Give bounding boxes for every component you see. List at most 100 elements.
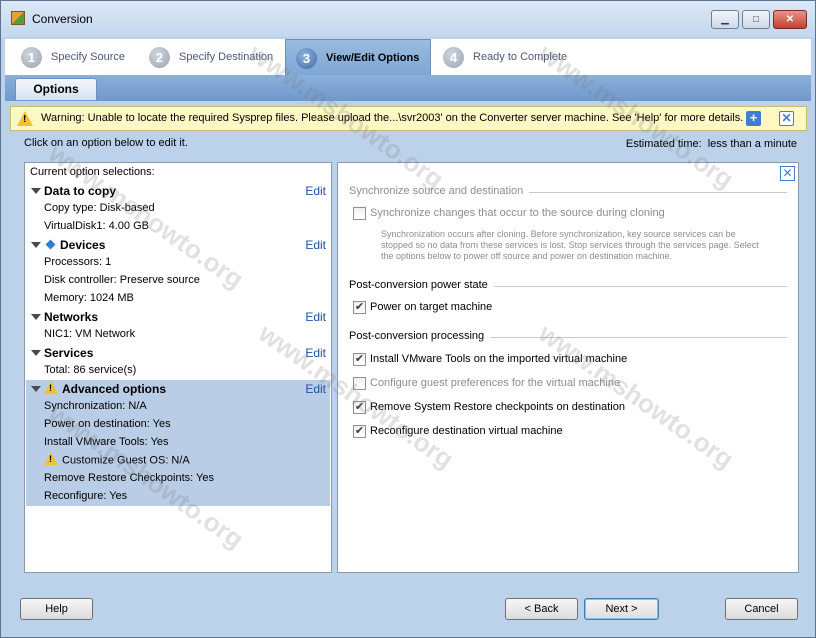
checkbox-label: Remove System Restore checkpoints on des… bbox=[370, 401, 625, 413]
checkbox-box[interactable]: ✔ bbox=[353, 401, 366, 414]
wizard-steps: 1 Specify Source 2 Specify Destination 3… bbox=[5, 39, 811, 75]
step-label: Specify Destination bbox=[179, 51, 274, 63]
section-title: ! Advanced options bbox=[44, 381, 167, 396]
section-title: Networks bbox=[44, 310, 99, 324]
step-ready-to-complete[interactable]: 4 Ready to Complete bbox=[433, 39, 583, 75]
section-services[interactable]: Services Edit bbox=[26, 344, 330, 362]
window-title: Conversion bbox=[32, 12, 93, 26]
list-item: ! Customize Guest OS: N/A bbox=[26, 452, 330, 470]
step-number-icon: 4 bbox=[443, 47, 464, 68]
edit-link[interactable]: Edit bbox=[305, 346, 326, 360]
title-bar: Conversion ▁ □ ✕ bbox=[1, 1, 815, 37]
item-text: Total: 86 service(s) bbox=[44, 364, 137, 376]
list-item: Total: 86 service(s) bbox=[26, 362, 330, 380]
options-tab-bar: Options bbox=[5, 75, 811, 101]
collapse-triangle-icon[interactable] bbox=[31, 386, 41, 392]
step-number-icon: 3 bbox=[296, 48, 317, 69]
conversion-window: Conversion ▁ □ ✕ 1 Specify Source 2 Spec… bbox=[0, 0, 816, 638]
list-item: Processors: 1 bbox=[26, 254, 330, 272]
remove-restore-checkpoints-checkbox[interactable]: ✔ Remove System Restore checkpoints on d… bbox=[353, 399, 773, 417]
step-number-icon: 2 bbox=[149, 47, 170, 68]
item-text: Memory: 1024 MB bbox=[44, 292, 134, 304]
info-diamond-icon bbox=[45, 239, 56, 250]
edit-link[interactable]: Edit bbox=[305, 382, 326, 396]
checkbox-box[interactable] bbox=[353, 377, 366, 390]
checkbox-box[interactable] bbox=[353, 207, 366, 220]
cancel-button[interactable]: Cancel bbox=[725, 598, 798, 620]
install-vmware-tools-checkbox[interactable]: ✔ Install VMware Tools on the imported v… bbox=[353, 351, 773, 369]
section-title-text: Advanced options bbox=[62, 382, 167, 396]
edit-link[interactable]: Edit bbox=[305, 310, 326, 324]
step-specify-destination[interactable]: 2 Specify Destination bbox=[139, 39, 285, 75]
item-text: VirtualDisk1: 4.00 GB bbox=[44, 220, 149, 232]
collapse-triangle-icon[interactable] bbox=[31, 350, 41, 356]
section-title: Services bbox=[44, 346, 94, 360]
list-item: Copy type: Disk-based bbox=[26, 200, 330, 218]
advanced-options-panel: ✕ Synchronize source and destination Syn… bbox=[337, 162, 799, 573]
warning-banner: ! Warning: Unable to locate the required… bbox=[10, 106, 807, 131]
app-icon bbox=[11, 11, 25, 25]
step-view-edit-options[interactable]: 3 View/Edit Options bbox=[285, 39, 431, 75]
edit-link[interactable]: Edit bbox=[305, 184, 326, 198]
dismiss-warning-icon[interactable]: ✕ bbox=[779, 111, 794, 126]
checkbox-box[interactable]: ✔ bbox=[353, 301, 366, 314]
checkbox-box[interactable]: ✔ bbox=[353, 425, 366, 438]
item-text: Disk controller: Preserve source bbox=[44, 274, 200, 286]
collapse-triangle-icon[interactable] bbox=[31, 188, 41, 194]
item-text: Reconfigure: Yes bbox=[44, 490, 128, 502]
checkbox-label: Power on target machine bbox=[370, 301, 493, 313]
item-text-value: Customize Guest OS: N/A bbox=[62, 454, 190, 467]
list-item: Synchronization: N/A bbox=[26, 398, 330, 416]
step-label: Ready to Complete bbox=[473, 51, 568, 63]
edit-link[interactable]: Edit bbox=[305, 238, 326, 252]
power-on-target-checkbox[interactable]: ✔ Power on target machine bbox=[353, 299, 773, 317]
reconfigure-destination-checkbox[interactable]: ✔ Reconfigure destination virtual machin… bbox=[353, 423, 773, 441]
section-title: Devices bbox=[44, 238, 105, 252]
checkbox-label: Reconfigure destination virtual machine bbox=[370, 425, 563, 437]
step-specify-source[interactable]: 1 Specify Source bbox=[11, 39, 137, 75]
list-item: VirtualDisk1: 4.00 GB bbox=[26, 218, 330, 236]
section-devices[interactable]: Devices Edit bbox=[26, 236, 330, 254]
section-data-to-copy[interactable]: Data to copy Edit bbox=[26, 182, 330, 200]
list-item: Reconfigure: Yes bbox=[26, 488, 330, 506]
list-item: Install VMware Tools: Yes bbox=[26, 434, 330, 452]
item-text: Install VMware Tools: Yes bbox=[44, 436, 169, 448]
item-text: ! Customize Guest OS: N/A bbox=[44, 452, 190, 467]
item-text: Processors: 1 bbox=[44, 256, 112, 268]
next-button[interactable]: Next > bbox=[584, 598, 659, 620]
help-button[interactable]: Help bbox=[20, 598, 93, 620]
section-networks[interactable]: Networks Edit bbox=[26, 308, 330, 326]
item-text: NIC1: VM Network bbox=[44, 328, 136, 340]
section-advanced-options[interactable]: ! Advanced options Edit bbox=[26, 380, 330, 398]
maximize-button[interactable]: □ bbox=[742, 10, 770, 29]
minimize-button[interactable]: ▁ bbox=[711, 10, 739, 29]
checkbox-box[interactable]: ✔ bbox=[353, 353, 366, 366]
collapse-triangle-icon[interactable] bbox=[31, 314, 41, 320]
list-item: Disk controller: Preserve source bbox=[26, 272, 330, 290]
collapse-triangle-icon[interactable] bbox=[31, 242, 41, 248]
edit-hint: Click on an option below to edit it. bbox=[24, 137, 188, 149]
list-item: Remove Restore Checkpoints: Yes bbox=[26, 470, 330, 488]
warning-text: Warning: Unable to locate the required S… bbox=[41, 112, 744, 124]
step-label: Specify Source bbox=[51, 51, 125, 63]
tab-options[interactable]: Options bbox=[15, 78, 97, 100]
back-button[interactable]: < Back bbox=[505, 598, 578, 620]
expand-warning-icon[interactable]: + bbox=[746, 111, 761, 126]
item-text: Power on destination: Yes bbox=[44, 418, 171, 430]
warning-icon: ! bbox=[44, 381, 58, 395]
close-panel-icon[interactable]: ✕ bbox=[780, 166, 795, 181]
item-text: Remove Restore Checkpoints: Yes bbox=[44, 472, 214, 484]
option-selections-panel: Current option selections: Data to copy … bbox=[24, 162, 332, 573]
checkbox-label: Install VMware Tools on the imported vir… bbox=[370, 353, 628, 365]
section-title: Data to copy bbox=[44, 184, 117, 198]
configure-guest-prefs-checkbox[interactable]: Configure guest preferences for the virt… bbox=[353, 375, 773, 393]
item-text: Copy type: Disk-based bbox=[44, 202, 155, 214]
item-text: Synchronization: N/A bbox=[44, 400, 147, 412]
sync-changes-checkbox[interactable]: Synchronize changes that occur to the so… bbox=[353, 205, 773, 223]
close-window-button[interactable]: ✕ bbox=[773, 10, 807, 29]
warning-icon: ! bbox=[44, 452, 58, 465]
checkbox-label: Configure guest preferences for the virt… bbox=[370, 377, 621, 389]
sync-description: Synchronization occurs after cloning. Be… bbox=[381, 229, 759, 261]
list-item: Memory: 1024 MB bbox=[26, 290, 330, 308]
warning-icon: ! bbox=[17, 111, 33, 126]
